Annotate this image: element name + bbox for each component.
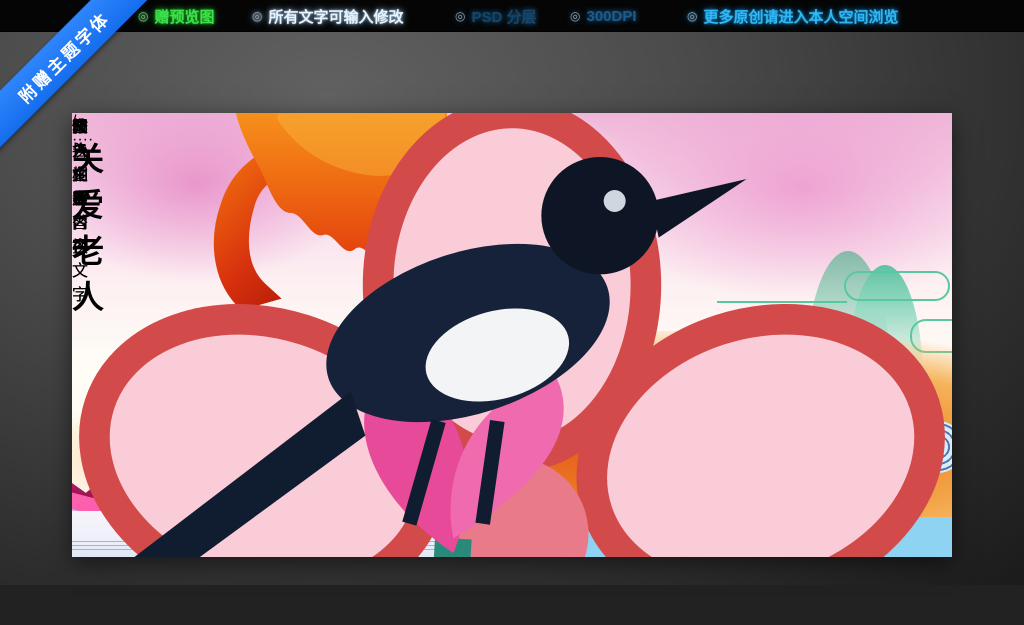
ribbon-label: 附赠主题字体	[15, 8, 114, 107]
promo-item-psd-layers: ◎ PSD 分层	[455, 6, 537, 26]
bullet-icon: ◎	[687, 9, 698, 23]
promo-label: PSD 分层	[471, 8, 537, 26]
promo-label: 更多原创请进入本人空间浏览	[703, 8, 899, 26]
bullet-icon: ◎	[455, 9, 466, 23]
bullet-icon: ◎	[570, 9, 581, 23]
promo-label: 300DPI	[586, 7, 637, 25]
corner-ribbon-wrap: 附赠主题字体	[0, 0, 170, 170]
promo-item-more-originals[interactable]: ◎ 更多原创请进入本人空间浏览	[687, 6, 899, 26]
poster-image[interactable]: 关爱老人 修 改 文 案 输入内容 替换文字 广告词语 / ···· 输入文字替…	[72, 113, 952, 557]
promo-label: 所有文字可输入修改	[268, 8, 404, 26]
bullet-icon: ◎	[252, 9, 263, 23]
promo-item-300dpi: ◎ 300DPI	[570, 6, 637, 26]
screenshot-root: ◎ 赠预览图 ◎ 所有文字可输入修改 ◎ PSD 分层 ◎ 300DPI ◎ 更…	[0, 0, 1024, 625]
magpie-bird-illustration	[134, 157, 747, 557]
bonus-font-ribbon: 附赠主题字体	[0, 0, 166, 159]
promo-item-editable-text: ◎ 所有文字可输入修改	[252, 6, 404, 26]
